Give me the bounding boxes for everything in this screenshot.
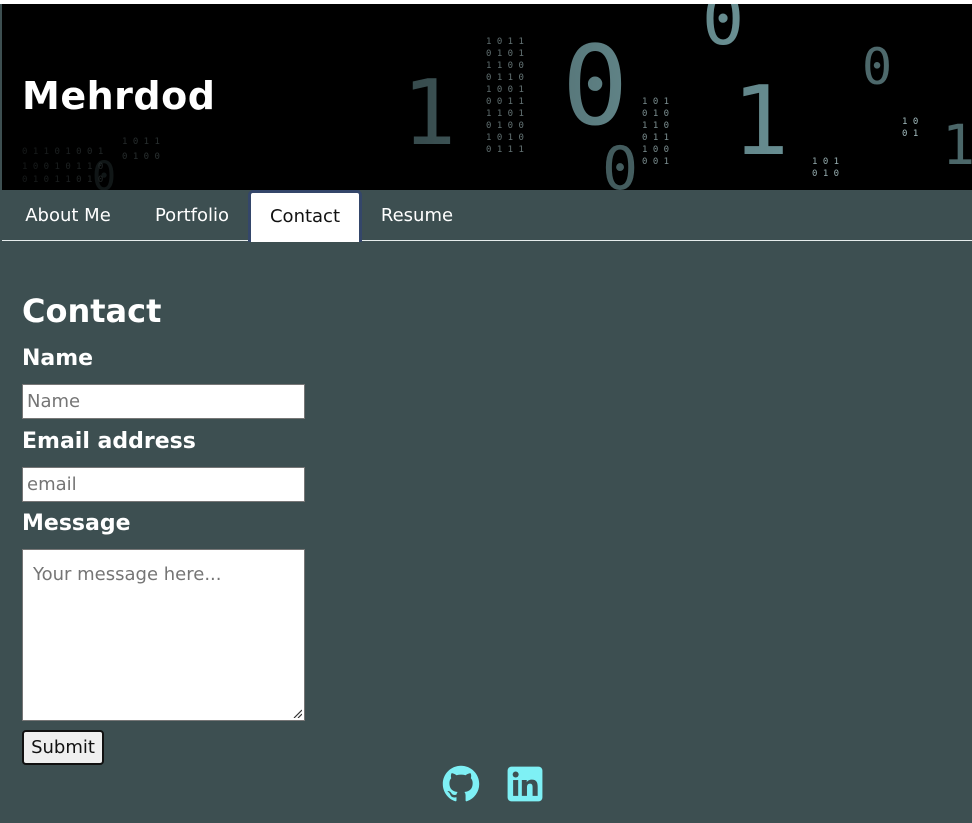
header-banner: 0 0 1 1 0 0 0 1 1 0 1 10 1 0 1 1 1 0 00 … <box>2 4 972 190</box>
site-title: Mehrdod <box>22 74 216 118</box>
submit-button[interactable]: Submit <box>22 730 104 765</box>
name-label: Name <box>22 346 94 371</box>
name-input[interactable] <box>22 384 305 419</box>
linkedin-icon[interactable] <box>506 764 544 804</box>
email-label: Email address <box>22 429 196 454</box>
nav-item-about-me[interactable]: About Me <box>22 190 114 240</box>
resize-grip-icon[interactable] <box>292 708 302 718</box>
email-input[interactable] <box>22 467 305 502</box>
message-label: Message <box>22 511 131 536</box>
contact-heading: Contact <box>22 292 162 330</box>
github-icon[interactable] <box>442 764 480 804</box>
nav-item-resume[interactable]: Resume <box>380 190 454 240</box>
nav-item-portfolio[interactable]: Portfolio <box>152 190 232 240</box>
message-textarea[interactable] <box>22 549 305 721</box>
main-nav: About Me Portfolio Contact Resume <box>2 190 972 242</box>
nav-item-contact[interactable]: Contact <box>248 190 362 242</box>
